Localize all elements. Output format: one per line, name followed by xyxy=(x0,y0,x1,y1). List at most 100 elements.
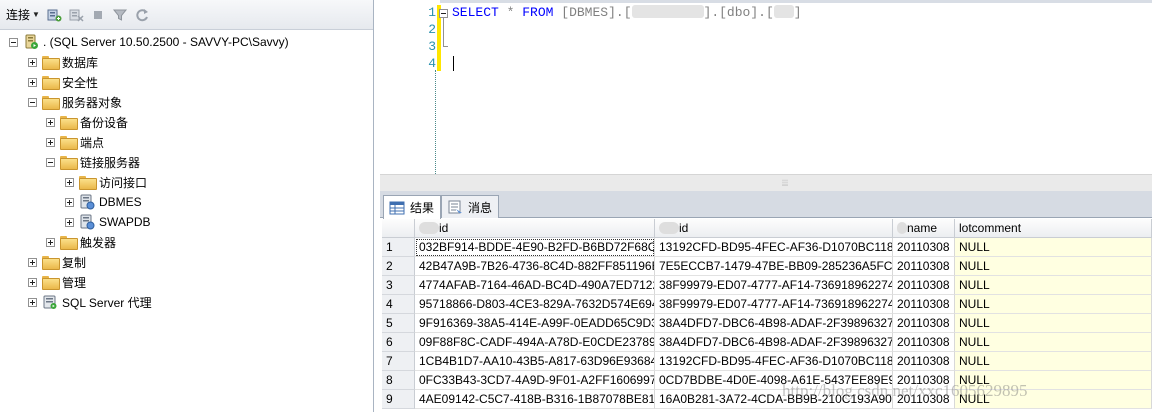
cell-id-2[interactable]: 38F99979-ED07-4777-AF14-736918962274 xyxy=(655,276,893,295)
cell-name[interactable]: 20110308 xyxy=(893,352,955,371)
column-header-lotcomment[interactable]: lotcomment xyxy=(955,219,1152,238)
tree-node-linked-servers[interactable]: 链接服务器 xyxy=(46,152,140,172)
cell-id[interactable]: 4AE09142-C5C7-418B-B316-1B87078BE815 xyxy=(415,390,655,409)
cell-id[interactable]: 1CB4B1D7-AA10-43B5-A817-63D96E936840 xyxy=(415,352,655,371)
collapse-toggle[interactable] xyxy=(9,37,18,47)
sql-keyword-select: SELECT xyxy=(452,5,499,20)
row-number[interactable]: 9 xyxy=(382,390,415,409)
cell-lotcomment[interactable]: NULL xyxy=(955,238,1152,257)
row-number[interactable]: 4 xyxy=(382,295,415,314)
tree-node-backup-devices[interactable]: 备份设备 xyxy=(46,112,128,132)
expand-toggle[interactable] xyxy=(65,197,74,207)
cell-id-2[interactable]: 38A4DFD7-DBC6-4B98-ADAF-2F3989632717 xyxy=(655,314,893,333)
tab-results[interactable]: 结果 xyxy=(383,195,442,219)
register-server-icon[interactable] xyxy=(46,7,62,23)
expand-toggle[interactable] xyxy=(28,77,37,87)
cell-id-2[interactable]: 0CD7BDBE-4D0E-4098-A61E-5437EE89E93C xyxy=(655,371,893,390)
scrollbar-grip-icon[interactable]: ⦙⦙⦙ xyxy=(780,179,790,188)
cell-id-2[interactable]: 13192CFD-BD95-4FEC-AF36-D1070BC118C0 xyxy=(655,238,893,257)
cell-id[interactable]: 0FC33B43-3CD7-4A9D-9F01-A2FF16069972 xyxy=(415,371,655,390)
outline-collapse-toggle[interactable] xyxy=(439,9,448,18)
expand-toggle[interactable] xyxy=(46,117,55,127)
refresh-icon[interactable] xyxy=(134,7,150,23)
expand-toggle[interactable] xyxy=(65,217,74,227)
cell-lotcomment[interactable]: NULL xyxy=(955,276,1152,295)
cell-lotcomment[interactable]: NULL xyxy=(955,371,1152,390)
cell-name[interactable]: 20110308 xyxy=(893,257,955,276)
cell-id-2[interactable]: 38F99979-ED07-4777-AF14-736918962274 xyxy=(655,295,893,314)
tree-node-swapdb[interactable]: SWAPDB xyxy=(65,212,151,232)
tree-node-label: 链接服务器 xyxy=(80,155,141,170)
tree-node-label: DBMES xyxy=(99,195,142,209)
cell-name[interactable]: 20110308 xyxy=(893,314,955,333)
cell-id[interactable]: 032BF914-BDDE-4E90-B2FD-B6BD72F68C8D xyxy=(415,238,655,257)
row-number[interactable]: 5 xyxy=(382,314,415,333)
row-number[interactable]: 2 xyxy=(382,257,415,276)
folder-icon xyxy=(42,274,60,290)
cell-id-2[interactable]: 16A0B281-3A72-4CDA-BB9B-210C193A9075 xyxy=(655,390,893,409)
cell-id-2[interactable]: 38A4DFD7-DBC6-4B98-ADAF-2F3989632717 xyxy=(655,333,893,352)
stop-icon[interactable] xyxy=(90,7,106,23)
tab-messages[interactable]: 消息 xyxy=(441,195,500,218)
cell-id[interactable]: 9F916369-38A5-414E-A99F-0EADD65C9D3D xyxy=(415,314,655,333)
cell-name[interactable]: 20110308 xyxy=(893,238,955,257)
sql-query-line-1[interactable]: SELECT * FROM [DBMES].[].[dbo].[] xyxy=(452,4,802,21)
linked-server-icon xyxy=(79,214,95,230)
cell-name[interactable]: 20110308 xyxy=(893,295,955,314)
expand-toggle[interactable] xyxy=(46,137,55,147)
cell-name[interactable]: 20110308 xyxy=(893,276,955,295)
cell-name[interactable]: 20110308 xyxy=(893,333,955,352)
grid-corner-header[interactable] xyxy=(382,219,415,238)
query-editor[interactable]: 1 2 3 4 SELECT * FROM [DBMES].[].[dbo].[… xyxy=(380,0,1152,174)
cell-lotcomment[interactable]: NULL xyxy=(955,314,1152,333)
column-header-name[interactable]: name xyxy=(893,219,955,238)
column-header-id-2[interactable]: id xyxy=(655,219,893,238)
expand-toggle[interactable] xyxy=(65,177,74,187)
cell-lotcomment[interactable]: NULL xyxy=(955,333,1152,352)
tree-node-providers[interactable]: 访问接口 xyxy=(65,172,147,192)
collapse-toggle[interactable] xyxy=(46,157,55,167)
cell-id-2[interactable]: 7E5ECCB7-1479-47BE-BB09-285236A5FCD2 xyxy=(655,257,893,276)
connect-button[interactable]: 连接 ▼ xyxy=(6,6,40,23)
tree-node-dbmes[interactable]: DBMES xyxy=(65,192,142,212)
row-number[interactable]: 3 xyxy=(382,276,415,295)
tree-node-management[interactable]: 管理 xyxy=(28,272,86,292)
column-header-label: id xyxy=(679,221,689,235)
tree-node-label: 数据库 xyxy=(62,55,99,70)
row-number[interactable]: 6 xyxy=(382,333,415,352)
expand-toggle[interactable] xyxy=(46,237,55,247)
expand-toggle[interactable] xyxy=(28,257,37,267)
row-number[interactable]: 7 xyxy=(382,352,415,371)
tree-node-server-root[interactable]: . (SQL Server 10.50.2500 - SAVVY-PC\Savv… xyxy=(9,32,289,52)
expand-toggle[interactable] xyxy=(28,57,37,67)
cell-id[interactable]: 4774AFAB-7164-46AD-BC4D-490A7ED71225 xyxy=(415,276,655,295)
tree-node-endpoints[interactable]: 端点 xyxy=(46,132,104,152)
expand-toggle[interactable] xyxy=(28,297,37,307)
row-number[interactable]: 8 xyxy=(382,371,415,390)
cell-name[interactable]: 20110308 xyxy=(893,390,955,409)
cell-lotcomment[interactable]: NULL xyxy=(955,390,1152,409)
column-header-id[interactable]: id xyxy=(415,219,655,238)
disconnect-icon[interactable] xyxy=(68,7,84,23)
cell-lotcomment[interactable]: NULL xyxy=(955,257,1152,276)
cell-id[interactable]: 42B47A9B-7B26-4736-8C4D-882FF851196B xyxy=(415,257,655,276)
tree-node-server-objects[interactable]: 服务器对象 xyxy=(28,92,122,112)
tree-node-replication[interactable]: 复制 xyxy=(28,252,86,272)
collapse-toggle[interactable] xyxy=(28,97,37,107)
tree-node-triggers[interactable]: 触发器 xyxy=(46,232,116,252)
cell-id[interactable]: 95718866-D803-4CE3-829A-7632D574E694 xyxy=(415,295,655,314)
editor-horizontal-scrollbar[interactable]: ⦙⦙⦙ xyxy=(380,174,1152,191)
cell-id-2[interactable]: 13192CFD-BD95-4FEC-AF36-D1070BC118C0 xyxy=(655,352,893,371)
cell-lotcomment[interactable]: NULL xyxy=(955,352,1152,371)
tree-node-security[interactable]: 安全性 xyxy=(28,72,98,92)
cell-name[interactable]: 20110308 xyxy=(893,371,955,390)
row-number[interactable]: 1 xyxy=(382,238,415,257)
tree-node-sql-server-agent[interactable]: SQL Server 代理 xyxy=(28,292,152,312)
results-grid[interactable]: id id name lotcomment 1 032BF914-BDDE-4E9… xyxy=(380,219,1152,412)
cell-lotcomment[interactable]: NULL xyxy=(955,295,1152,314)
expand-toggle[interactable] xyxy=(28,277,37,287)
cell-id[interactable]: 09F88F8C-CADF-494A-A78D-E0CDE2378992 xyxy=(415,333,655,352)
column-header-label: name xyxy=(907,221,938,235)
tree-node-databases[interactable]: 数据库 xyxy=(28,52,98,72)
filter-icon[interactable] xyxy=(112,7,128,23)
